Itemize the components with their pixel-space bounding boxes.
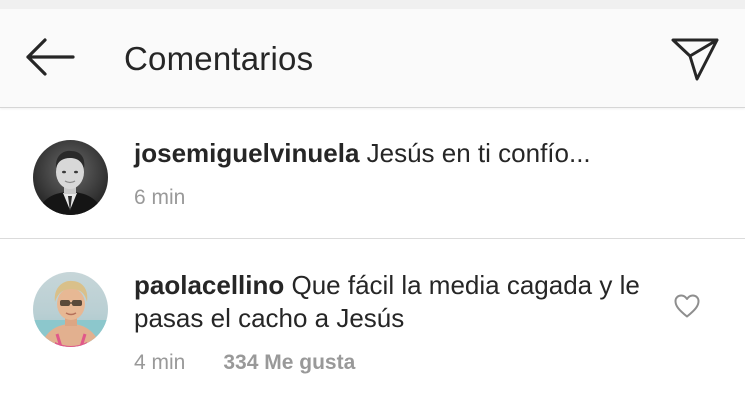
- comment-meta: 6 min: [134, 185, 185, 211]
- share-button[interactable]: [664, 31, 726, 85]
- comment-item: josemiguelvinuela Jesús en ti confío... …: [0, 108, 745, 238]
- comment-time: 6 min: [134, 186, 186, 209]
- comment-username[interactable]: paolacellino: [134, 270, 284, 300]
- arrow-left-icon: [23, 37, 75, 77]
- comment-time: 4 min: [134, 351, 186, 374]
- comment-username[interactable]: josemiguelvinuela: [134, 138, 359, 168]
- like-button[interactable]: [670, 291, 704, 321]
- comment-body: Jesús en ti confío...: [366, 138, 591, 168]
- app-header: Comentarios: [0, 9, 745, 108]
- comment-meta: 4 min 334 Me gusta: [134, 350, 355, 376]
- back-button[interactable]: [18, 33, 80, 81]
- likes-count[interactable]: 334 Me gusta: [223, 351, 355, 374]
- comment-text-block: paolacellino Que fácil la media cagada y…: [134, 269, 644, 335]
- status-bar-strip: [0, 0, 745, 9]
- comment-text-block: josemiguelvinuela Jesús en ti confío...: [134, 137, 644, 170]
- heart-outline-icon: [673, 293, 701, 319]
- paper-plane-icon: [669, 34, 721, 82]
- page-title: Comentarios: [124, 40, 314, 77]
- comment-item: paolacellino Que fácil la media cagada y…: [0, 239, 745, 419]
- avatar[interactable]: [33, 272, 108, 347]
- avatar[interactable]: [33, 140, 108, 215]
